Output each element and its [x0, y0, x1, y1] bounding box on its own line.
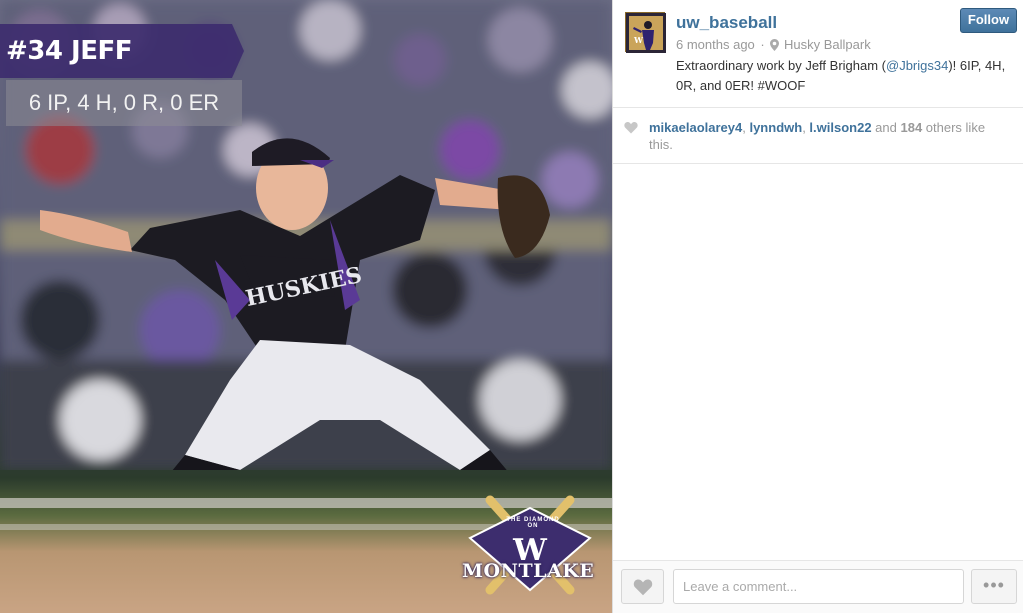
logo-ring-text: THE DIAMOND ON [506, 517, 560, 529]
meta-separator: · [760, 37, 765, 52]
follow-button[interactable]: Follow [960, 8, 1017, 33]
likes-text: mikaelaolarey4, lynndwh, l.wilson22 and … [649, 119, 1009, 153]
heart-icon [633, 579, 653, 596]
liker-link[interactable]: l.wilson22 [809, 120, 871, 135]
post-details-panel: W uw_baseball Follow 6 months ago · Husk… [612, 0, 1023, 613]
mention-link[interactable]: @Jbrigs34 [886, 58, 948, 73]
heart-icon [624, 122, 638, 134]
comment-bar: ••• [613, 560, 1023, 613]
likes-row: mikaelaolarey4, lynndwh, l.wilson22 and … [613, 108, 1023, 164]
post-caption: Extraordinary work by Jeff Brigham (@Jbr… [676, 56, 1012, 96]
likes-and: and [871, 120, 901, 135]
post-photo[interactable]: HUSKIES #34 JEFF BRIGHAM 6 IP, 4 H, 0 R,… [0, 0, 612, 613]
liker-link[interactable]: lynndwh [749, 120, 802, 135]
post-meta: 6 months ago · Husky Ballpark [676, 37, 871, 54]
caption-text: Extraordinary work by Jeff Brigham ( [676, 58, 886, 73]
timestamp[interactable]: 6 months ago [676, 37, 755, 52]
post-header: W uw_baseball Follow 6 months ago · Husk… [613, 0, 1023, 108]
map-pin-icon [770, 39, 780, 54]
liker-link[interactable]: mikaelaolarey4 [649, 120, 742, 135]
username-link[interactable]: uw_baseball [676, 13, 777, 33]
stat-line: 6 IP, 4 H, 0 R, 0 ER [6, 80, 242, 126]
location-link[interactable]: Husky Ballpark [784, 37, 871, 52]
avatar[interactable]: W [625, 12, 666, 53]
comment-input[interactable] [673, 569, 964, 604]
logo-wordmark: MONTLAKE [462, 560, 595, 582]
svg-text:W: W [633, 35, 644, 45]
montlake-logo: W [468, 495, 592, 595]
player-name-banner: #34 JEFF BRIGHAM [0, 24, 244, 78]
likes-others-count[interactable]: 184 [900, 120, 922, 135]
like-button[interactable] [621, 569, 664, 604]
avatar-image: W [626, 13, 666, 53]
more-options-button[interactable]: ••• [971, 569, 1017, 604]
